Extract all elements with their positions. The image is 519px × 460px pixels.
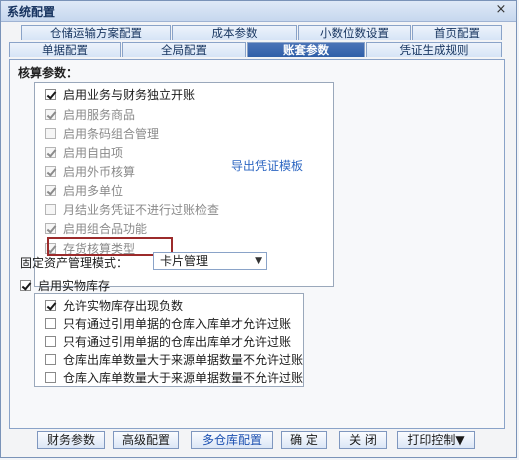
button-bar: 财务参数 高级配置 多仓库配置 确 定 关 闭 打印控制▼ xyxy=(1,431,516,455)
checkbox[interactable] xyxy=(45,353,56,365)
option-inbound-ref-only[interactable]: 只有通过引用单据的仓库入库单才允许过账 xyxy=(45,315,291,331)
checkbox[interactable] xyxy=(45,317,56,329)
tab-voucher-rules[interactable]: 凭证生成规则 xyxy=(366,42,502,57)
title-bar: 系统配置 × xyxy=(1,1,516,22)
window-title: 系统配置 xyxy=(7,5,56,19)
option-outbound-ref-only[interactable]: 只有通过引用单据的仓库出库单才允许过账 xyxy=(45,333,291,349)
checkbox xyxy=(45,146,56,158)
option-enable-physical-inventory[interactable]: 启用实物库存 xyxy=(20,277,110,294)
option-outbound-qty-limit[interactable]: 仓库出库单数量大于来源单据数量不允许过账 xyxy=(45,351,303,367)
close-icon[interactable]: × xyxy=(494,3,508,17)
tab-strip: 仓储运输方案配置 成本参数 小数位数设置 首页配置 单据配置 全局配置 账套参数… xyxy=(9,25,505,59)
tab-decimal-settings[interactable]: 小数位数设置 xyxy=(298,25,411,40)
fixed-asset-mode-label: 固定资产管理模式： xyxy=(20,256,129,270)
system-config-window: 系统配置 × 仓储运输方案配置 成本参数 小数位数设置 首页配置 单据配置 全局… xyxy=(0,0,517,458)
option-inbound-qty-limit[interactable]: 仓库入库单数量大于来源单据数量不允许过账 xyxy=(45,369,303,385)
tab-document-config[interactable]: 单据配置 xyxy=(9,42,121,57)
checkbox[interactable] xyxy=(20,280,31,291)
tab-warehouse-transport[interactable]: 仓储运输方案配置 xyxy=(21,25,171,40)
ok-button[interactable]: 确 定 xyxy=(281,431,327,449)
tab-home-config[interactable]: 首页配置 xyxy=(412,25,502,40)
finance-params-button[interactable]: 财务参数 xyxy=(37,431,105,449)
checkbox xyxy=(45,108,56,120)
tab-cost-params[interactable]: 成本参数 xyxy=(172,25,297,40)
option-combo-goods: 启用组合品功能 xyxy=(45,220,147,236)
option-service-goods: 启用服务商品 xyxy=(45,106,135,122)
chevron-down-icon: ▼ xyxy=(255,256,262,266)
multi-warehouse-config-button[interactable]: 多仓库配置 xyxy=(191,431,273,449)
tab-row-top: 仓储运输方案配置 成本参数 小数位数设置 首页配置 xyxy=(9,25,505,41)
checkbox xyxy=(45,127,56,139)
option-barcode-combo: 启用条码组合管理 xyxy=(45,125,159,141)
option-foreign-currency: 启用外币核算 xyxy=(45,163,135,179)
option-month-end-check: 月结业务凭证不进行过账检查 xyxy=(45,201,219,217)
fixed-asset-mode-select[interactable]: 卡片管理 ▼ xyxy=(153,252,267,270)
tab-account-params[interactable]: 账套参数 xyxy=(247,42,365,57)
option-multi-unit: 启用多单位 xyxy=(45,182,123,198)
tab-global-config[interactable]: 全局配置 xyxy=(122,42,246,57)
checkbox xyxy=(45,203,56,215)
advanced-config-button[interactable]: 高级配置 xyxy=(113,431,179,449)
checkbox xyxy=(45,184,56,196)
option-allow-negative-stock[interactable]: 允许实物库存出现负数 xyxy=(45,297,183,313)
inventory-options-group: 允许实物库存出现负数 只有通过引用单据的仓库入库单才允许过账 只有通过引用单据的… xyxy=(34,293,304,387)
tab-row-bottom: 单据配置 全局配置 账套参数 凭证生成规则 xyxy=(9,42,505,58)
option-independent-open[interactable]: 启用业务与财务独立开账 xyxy=(45,86,195,102)
checkbox[interactable] xyxy=(45,335,56,347)
export-voucher-template-link[interactable]: 导出凭证模板 xyxy=(231,157,303,174)
checkbox xyxy=(45,165,56,177)
accounting-section-label: 核算参数： xyxy=(18,66,79,80)
account-params-panel: 核算参数： 启用业务与财务独立开账 启用服务商品 启用条码组合管理 启用自由项 … xyxy=(9,59,505,429)
close-button[interactable]: 关 闭 xyxy=(339,431,387,449)
checkbox[interactable] xyxy=(45,371,56,383)
checkbox xyxy=(45,222,56,234)
checkbox[interactable] xyxy=(45,299,56,311)
option-free-items: 启用自由项 xyxy=(45,144,123,160)
checkbox[interactable] xyxy=(45,88,56,100)
print-control-button[interactable]: 打印控制▼ xyxy=(397,431,475,449)
